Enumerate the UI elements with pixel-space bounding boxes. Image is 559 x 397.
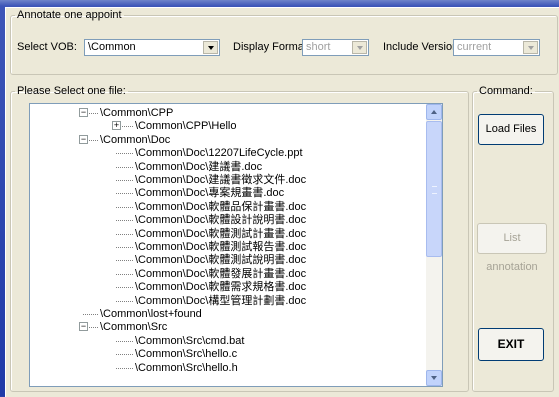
tree-node-label: \Common\Doc\軟體設計說明書.doc <box>135 214 307 227</box>
tree-node[interactable]: \Common\Doc\軟體測試計畫書.doc <box>30 228 428 241</box>
tree-node-label: \Common\CPP\Hello <box>135 120 237 133</box>
tree-connector <box>116 340 133 342</box>
tree-node-label: \Common\CPP <box>100 107 174 119</box>
tree-node[interactable]: \Common\Doc\專案規畫書.doc <box>30 187 428 200</box>
tree-node-label: \Common\Doc\軟體測試說明書.doc <box>135 254 307 267</box>
select-vob-label: Select VOB: <box>17 41 77 53</box>
include-version-label: Include Version: <box>383 41 462 53</box>
tree-node[interactable]: \Common\lost+found <box>30 308 428 321</box>
plus-box-icon[interactable]: + <box>112 121 121 131</box>
chevron-down-icon[interactable] <box>352 41 367 54</box>
include-version-value: current <box>457 41 492 53</box>
tree-connector <box>116 206 133 208</box>
tree-node-label: \Common\Doc\構型管理計劃書.doc <box>135 294 307 307</box>
tree-node[interactable]: − \Common\Doc <box>30 134 428 147</box>
tree-node[interactable]: − \Common\Src <box>30 321 428 334</box>
tree-connector <box>116 287 133 289</box>
exit-button[interactable]: EXIT <box>478 328 544 361</box>
minus-box-icon[interactable]: − <box>79 134 88 144</box>
select-vob-value: \Common <box>88 41 136 53</box>
exit-label: EXIT <box>497 337 525 351</box>
file-select-group-legend: Please Select one file: <box>17 85 126 97</box>
tree-node-label: \Common\Src\hello.c <box>135 348 238 361</box>
tree-connector <box>116 233 133 235</box>
include-version-dropdown[interactable]: current <box>453 39 540 56</box>
tree-node-label: \Common\Doc\建議書徵求文件.doc <box>135 174 307 186</box>
tree-node[interactable]: + \Common\CPP\Hello <box>30 120 428 133</box>
tree-connector <box>83 314 98 315</box>
tree-connector <box>116 247 133 248</box>
tree-connector <box>116 273 133 275</box>
tree-node-label: \Common\Doc\建議書.doc <box>135 160 263 173</box>
tree-node-label: \Common\Doc\軟體發展計畫書.doc <box>135 267 307 280</box>
command-group-legend: Command: <box>479 85 533 97</box>
file-tree[interactable]: − \Common\CPP + \Common\CPP\Hello − \Common\D… <box>29 103 443 387</box>
chevron-down-icon[interactable] <box>523 41 538 54</box>
tree-node-label: \Common\Doc\軟體測試計畫書.doc <box>135 227 307 240</box>
tree-node[interactable]: \Common\Doc\12207LifeCycle.ppt <box>30 147 428 160</box>
tree-connector <box>116 300 133 302</box>
tree-node[interactable]: \Common\Src\hello.h <box>30 362 428 375</box>
minus-box-icon[interactable]: − <box>79 108 88 117</box>
scroll-up-arrow-icon[interactable] <box>426 104 442 120</box>
list-annotation-button[interactable]: List annotation <box>477 223 547 273</box>
tree-node[interactable]: \Common\Doc\軟體設計說明書.doc <box>30 214 428 227</box>
tree-node[interactable]: \Common\Doc\軟體品保計畫書.doc <box>30 201 428 214</box>
tree-node-label: \Common\Doc\軟體測試報告書.doc <box>135 241 307 253</box>
tree-node-label: \Common\lost+found <box>100 308 202 320</box>
tree-node-label: \Common\Src <box>100 321 168 334</box>
tree-node[interactable]: \Common\Doc\軟體測試報告書.doc <box>30 241 428 254</box>
tree-node[interactable]: \Common\Src\cmd.bat <box>30 335 428 348</box>
tree-node[interactable]: \Common\Doc\軟體測試說明書.doc <box>30 254 428 267</box>
tree-node[interactable]: \Common\Doc\建議書徵求文件.doc <box>30 174 428 187</box>
tree-connector <box>116 220 133 222</box>
tree-node-label: \Common\Doc <box>100 133 171 146</box>
minus-box-icon[interactable]: − <box>79 322 88 332</box>
scrollbar-thumb[interactable] <box>426 121 442 257</box>
annotate-window: Annotate one appoint Select VOB: \Common… <box>5 7 559 397</box>
tree-node-label: \Common\Doc\軟體需求規格書.doc <box>135 281 307 294</box>
load-files-button[interactable]: Load Files <box>478 114 544 145</box>
tree-node-label: \Common\Src\cmd.bat <box>135 334 245 347</box>
tree-connector <box>116 153 133 155</box>
tree-node[interactable]: \Common\Doc\建議書.doc <box>30 161 428 174</box>
select-vob-dropdown[interactable]: \Common <box>84 39 220 56</box>
tree-node[interactable]: \Common\Doc\軟體需求規格書.doc <box>30 281 428 294</box>
tree-connector <box>116 193 133 195</box>
load-files-label: Load Files <box>485 123 537 135</box>
list-annotation-label: List annotation <box>486 232 538 273</box>
file-tree-scrollbar[interactable] <box>426 104 442 386</box>
annotate-group-legend: Annotate one appoint <box>17 9 122 21</box>
tree-node[interactable]: \Common\Doc\軟體發展計畫書.doc <box>30 268 428 281</box>
display-format-value: short <box>306 41 331 53</box>
tree-node-label: \Common\Src\hello.h <box>135 361 238 374</box>
tree-connector <box>116 367 133 369</box>
tree-connector <box>116 354 133 356</box>
tree-node[interactable]: \Common\Src\hello.c <box>30 348 428 361</box>
tree-node-label: \Common\Doc\12207LifeCycle.ppt <box>135 147 303 160</box>
display-format-label: Display Format: <box>233 41 311 53</box>
tree-connector <box>116 166 133 168</box>
tree-node-label: \Common\Doc\專案規畫書.doc <box>135 187 285 200</box>
tree-connector <box>116 260 133 262</box>
scroll-down-arrow-icon[interactable] <box>426 370 442 386</box>
tree-connector <box>116 180 133 181</box>
tree-node[interactable]: \Common\Doc\構型管理計劃書.doc <box>30 295 428 308</box>
tree-node[interactable]: − \Common\CPP <box>30 107 428 120</box>
chevron-down-icon[interactable] <box>203 41 218 54</box>
file-tree-items: − \Common\CPP + \Common\CPP\Hello − \Common\D… <box>30 104 428 386</box>
display-format-dropdown[interactable]: short <box>302 39 369 56</box>
tree-node-label: \Common\Doc\軟體品保計畫書.doc <box>135 200 307 213</box>
